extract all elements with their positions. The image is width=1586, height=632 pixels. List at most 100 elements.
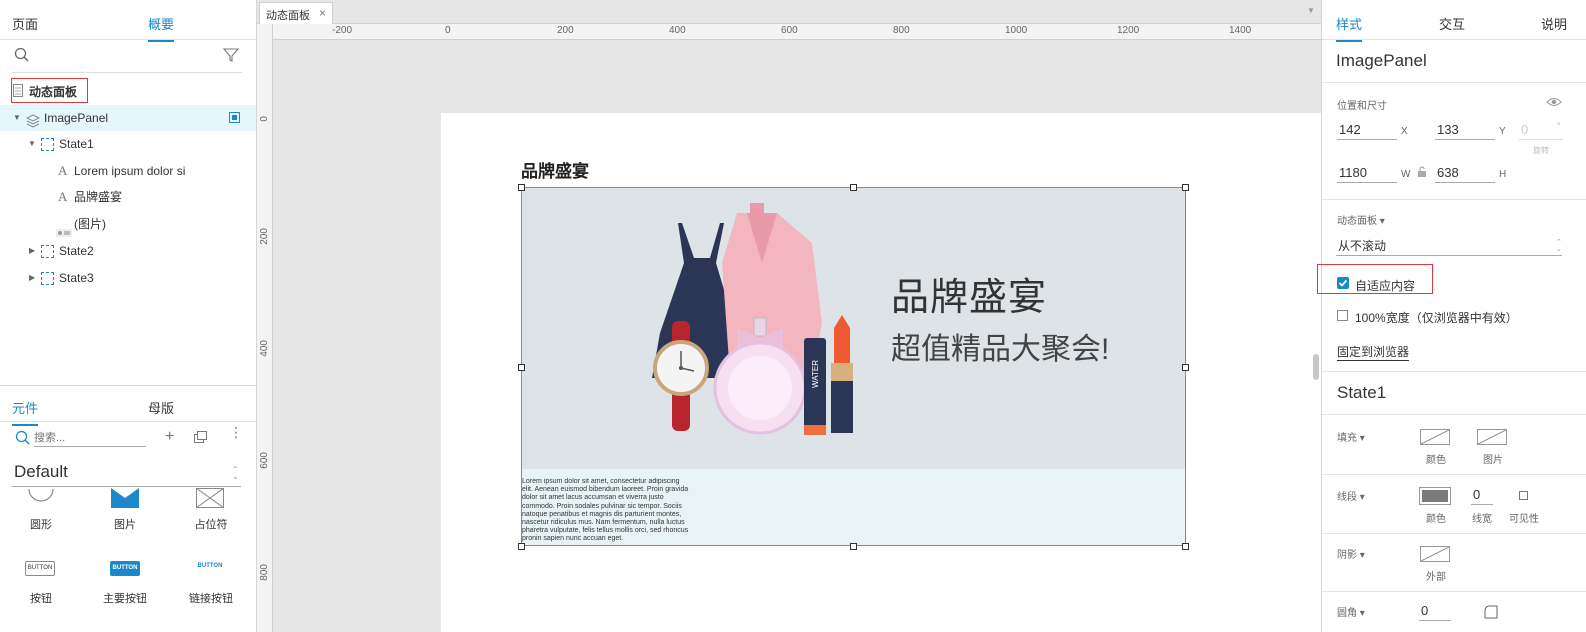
section-label: 位置和尺寸 [1337,101,1387,112]
right-tabbar: 样式 交互 说明 [1322,0,1586,42]
tree-item-image[interactable]: (图片) [0,211,256,237]
resize-handle[interactable] [518,543,525,550]
divider [12,72,242,73]
dynamic-panel-label[interactable]: 动态面板 ▾ [1337,212,1385,227]
circle-widget-icon[interactable] [28,487,54,512]
collapse-arrow-icon[interactable]: ▼ [13,105,21,131]
image-widget-icon[interactable] [111,488,139,511]
resize-handle[interactable] [518,364,525,371]
tree-label: 品牌盛宴 [74,190,123,204]
more-menu-icon[interactable]: ⋮ [229,425,243,439]
tab-masters[interactable]: 母版 [148,398,174,417]
tab-outline[interactable]: 概要 [148,14,175,42]
visibility-toggle-icon[interactable] [229,112,240,123]
divider [1322,591,1586,592]
search-icon [15,430,31,449]
fill-image-swatch[interactable] [1477,429,1507,445]
widget-search-input[interactable] [34,429,146,447]
eye-icon[interactable] [1546,96,1562,111]
border-label[interactable]: 线段 ▾ [1337,488,1365,503]
vertical-scrollbar[interactable] [1313,354,1319,380]
shadow-swatch[interactable] [1420,546,1450,562]
x-field[interactable]: 142 [1337,120,1397,140]
doc-tab-label: 动态面板 [266,10,310,22]
tree-item-heading[interactable]: A 品牌盛宴 [0,184,256,210]
state-icon [41,238,54,264]
primary-button-widget-icon[interactable]: BUTTON [110,561,140,576]
link-button-widget-icon[interactable]: BUTTON [195,563,225,575]
filter-icon[interactable] [222,47,240,66]
library-name[interactable]: Default [14,462,68,482]
corner-label[interactable]: 圆角 ▾ [1337,604,1365,619]
border-color-swatch[interactable] [1419,487,1451,505]
tab-interaction[interactable]: 交互 [1439,14,1465,33]
collapse-arrow-icon[interactable]: ▼ [28,131,36,157]
border-color-label: 颜色 [1426,514,1446,525]
tree-item-state3[interactable]: ▶ State3 [0,265,256,291]
ruler-label: 800 [259,564,270,581]
tab-style[interactable]: 样式 [1336,14,1363,42]
library-icon[interactable] [194,431,208,446]
resize-handle[interactable] [850,543,857,550]
resize-handle[interactable] [518,184,525,191]
button-widget-icon[interactable]: BUTTON [25,561,55,576]
pin-to-browser-link[interactable]: 固定到浏览器 [1337,343,1410,361]
full-width-checkbox[interactable] [1337,310,1348,321]
tree-item-state1[interactable]: ▼ State1 [0,131,256,157]
resize-handle[interactable] [1182,543,1189,550]
tree-item-imagepanel[interactable]: ▼ ImagePanel [0,105,256,131]
widget-label: 占位符 [194,519,228,531]
visibility-icon[interactable] [1519,491,1528,500]
w-label: W [1401,169,1411,180]
library-select-icon[interactable]: ⌃ ⌄ [232,466,239,481]
width-field[interactable]: 1180 [1337,163,1397,183]
tree-item-state2[interactable]: ▶ State2 [0,238,256,264]
right-panel: 样式 交互 说明 ImagePanel 位置和尺寸 142 X 133 Y 0 … [1317,0,1586,632]
tab-pages[interactable]: 页面 [12,14,38,33]
divider [1322,371,1586,372]
tab-widgets[interactable]: 元件 [12,398,39,426]
element-name[interactable]: ImagePanel [1336,51,1427,71]
resize-handle[interactable] [850,184,857,191]
fill-color-swatch[interactable] [1420,429,1450,445]
widget-label: 圆形 [30,519,52,531]
border-width-field[interactable]: 0 [1471,485,1493,505]
state-name[interactable]: State1 [1337,383,1386,403]
canvas-area: 动态面板 × ▼ ⌖ -200 0 200 400 600 800 1000 1… [257,0,1321,632]
widget-label: 图片 [114,519,136,531]
corner-radius-field[interactable]: 0 [1419,601,1451,621]
shadow-label[interactable]: 阴影 ▾ [1337,546,1365,561]
banner-image: WATER 品牌盛宴 超值精品大聚会! [522,188,1185,469]
resize-handle[interactable] [1182,184,1189,191]
canvas-heading[interactable]: 品牌盛宴 [521,157,589,182]
divider [1322,82,1586,83]
dynamic-panel[interactable]: WATER 品牌盛宴 超值精品大聚会! Lorem ipsum dolor si… [521,187,1186,546]
fill-label[interactable]: 填充 ▾ [1337,429,1365,444]
expand-arrow-icon[interactable]: ▶ [29,265,35,291]
placeholder-widget-icon[interactable] [195,487,225,511]
expand-arrow-icon[interactable]: ▶ [29,238,35,264]
resize-handle[interactable] [1182,364,1189,371]
tab-notes[interactable]: 说明 [1541,14,1567,33]
ruler-label: -200 [332,25,353,36]
doc-tab[interactable]: 动态面板 × [259,2,333,24]
corner-radius-icon[interactable] [1484,605,1498,622]
divider [1322,474,1586,475]
tab-menu-icon[interactable]: ▼ [1307,6,1315,15]
divider [1322,414,1586,415]
height-field[interactable]: 638 [1435,163,1495,183]
search-icon[interactable] [14,47,30,66]
add-icon[interactable]: + [165,428,174,446]
select-arrows-icon[interactable]: ⌃ ⌄ [1556,239,1562,253]
tree-item-lorem[interactable]: A Lorem ipsum dolor si [0,158,256,184]
fit-content-checkbox[interactable] [1337,277,1349,289]
close-icon[interactable]: × [319,6,326,20]
widget-label: 按钮 [30,593,52,605]
tree-label: State2 [59,244,94,258]
state-icon [41,265,54,291]
tree-label: State3 [59,271,94,285]
scroll-select[interactable]: 从不滚动 [1336,236,1562,256]
lock-icon[interactable] [1417,166,1427,181]
y-field[interactable]: 133 [1435,120,1495,140]
page-name[interactable]: 动态面板 [29,83,77,100]
